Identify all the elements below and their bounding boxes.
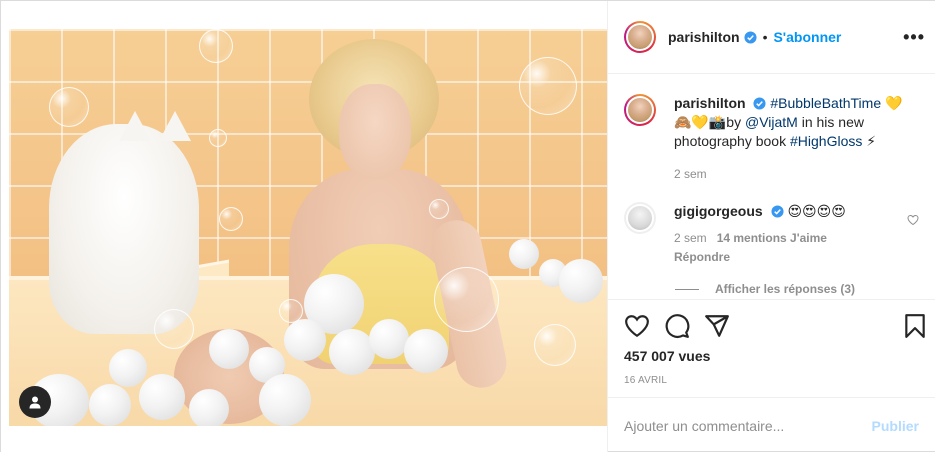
white-ball — [509, 239, 539, 269]
comment-time[interactable]: 2 sem — [674, 231, 707, 245]
post-header: parishilton • S'abonner ••• — [608, 1, 935, 74]
soap-bubble — [219, 207, 243, 231]
white-ball — [259, 374, 311, 426]
model-face — [339, 84, 411, 179]
caption-by: by — [726, 114, 745, 130]
heart-icon[interactable] — [624, 313, 650, 339]
white-ball — [284, 319, 326, 361]
comment-composer: Publier — [608, 397, 935, 452]
white-ball — [559, 259, 603, 303]
post-photo[interactable] — [9, 29, 607, 426]
share-icon[interactable] — [704, 313, 730, 339]
publish-button[interactable]: Publier — [872, 418, 919, 434]
user-tag-icon — [29, 396, 41, 409]
soap-bubble — [209, 129, 227, 147]
soap-bubble — [534, 324, 576, 366]
reply-link-row: Répondre — [674, 248, 909, 267]
comment-text: gigigorgeous 😍😍😍😍 2 sem 14 mentions J'ai… — [674, 202, 909, 267]
author-username[interactable]: parishilton — [668, 29, 740, 45]
soap-bubble — [154, 309, 194, 349]
post-card: parishilton • S'abonner ••• parishilton — [0, 0, 935, 452]
post-sidebar: parishilton • S'abonner ••• parishilton — [608, 1, 935, 451]
caption-username[interactable]: parishilton — [674, 95, 746, 111]
comment-meta: 2 sem 14 mentions J'aime — [674, 229, 909, 248]
commenter-username[interactable]: gigigorgeous — [674, 203, 763, 219]
more-icon[interactable]: ••• — [903, 27, 925, 48]
soap-bubble — [519, 57, 577, 115]
caption-emoji: ⚡ — [866, 133, 877, 149]
soap-bubble — [49, 87, 89, 127]
caption: parishilton #BubbleBathTime 💛 🙈💛📸by @Vij… — [624, 94, 909, 184]
white-ball — [404, 329, 448, 373]
hashtag-link[interactable]: #HighGloss — [790, 133, 862, 149]
user-tag-button[interactable] — [19, 386, 51, 418]
view-replies-button[interactable]: Afficher les réponses (3) — [675, 282, 855, 296]
view-replies-label: Afficher les réponses (3) — [715, 282, 856, 296]
replies-divider — [675, 288, 699, 290]
author-avatar[interactable] — [624, 94, 656, 126]
white-ball — [369, 319, 409, 359]
header-separator: • — [762, 29, 768, 45]
cat-statue — [49, 124, 199, 334]
follow-button[interactable]: S'abonner — [773, 29, 841, 45]
comment-icon[interactable] — [664, 313, 690, 339]
cat-ear — [119, 111, 151, 141]
verified-icon — [771, 205, 784, 218]
caption-text: parishilton #BubbleBathTime 💛 🙈💛📸by @Vij… — [674, 94, 909, 184]
comment-item: gigigorgeous 😍😍😍😍 2 sem 14 mentions J'ai… — [624, 202, 909, 267]
post-media[interactable] — [1, 1, 608, 452]
mention-link[interactable]: @VijatM — [745, 114, 798, 130]
view-count[interactable]: 457 007 vues — [624, 348, 710, 364]
comment-likes[interactable]: 14 mentions J'aime — [717, 231, 827, 245]
white-ball — [89, 384, 131, 426]
soap-bubble — [429, 199, 449, 219]
white-ball — [139, 374, 185, 420]
comment-body: 😍😍😍😍 — [787, 203, 846, 219]
white-ball — [109, 349, 147, 387]
soap-bubble — [279, 299, 303, 323]
soap-bubble — [199, 29, 233, 63]
comments-section: parishilton #BubbleBathTime 💛 🙈💛📸by @Vij… — [608, 74, 935, 300]
reply-button[interactable]: Répondre — [674, 250, 730, 264]
white-ball — [329, 329, 375, 375]
verified-icon — [753, 97, 766, 110]
caption-time[interactable]: 2 sem — [674, 165, 909, 184]
soap-bubble — [434, 267, 499, 332]
caption-emoji: 💛 — [885, 95, 903, 111]
post-date[interactable]: 16 AVRIL — [624, 375, 667, 386]
small-heart-icon[interactable] — [907, 214, 919, 226]
caption-emoji: 🙈💛📸 — [674, 114, 727, 130]
white-ball — [189, 389, 229, 426]
author-avatar[interactable] — [624, 21, 656, 53]
bookmark-icon[interactable] — [904, 313, 926, 339]
hashtag-link[interactable]: #BubbleBathTime — [770, 95, 881, 111]
cat-ear — [159, 111, 191, 141]
white-ball — [209, 329, 249, 369]
action-bar — [608, 301, 935, 351]
commenter-avatar[interactable] — [624, 202, 656, 234]
verified-icon — [744, 30, 757, 44]
comment-input[interactable] — [624, 417, 872, 434]
